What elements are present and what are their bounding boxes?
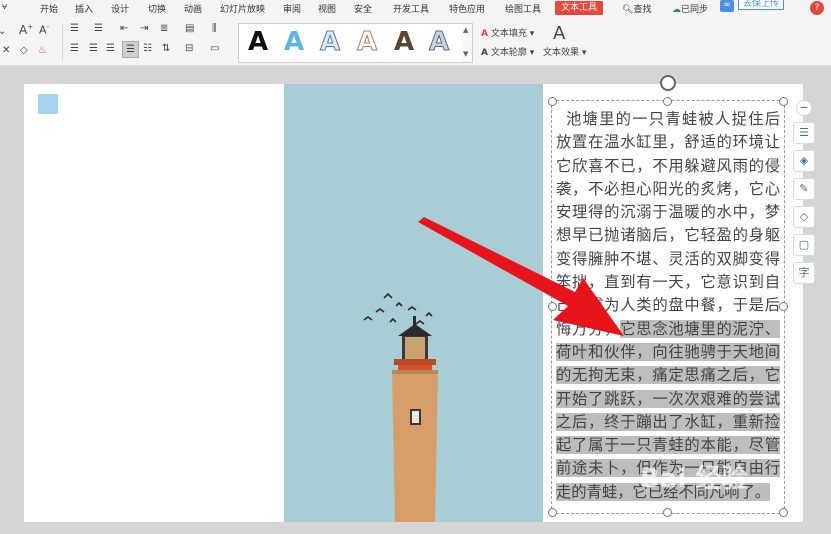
- tab-insert[interactable]: 插入: [75, 2, 93, 15]
- paragraph-text: 池塘里的一只青蛙被人捉住后放置在温水缸里，舒适的环境让它欣喜不已，不用躲避风雨的…: [556, 110, 780, 338]
- gallery-scroll[interactable]: ▲ ▼: [462, 23, 473, 63]
- zoom-out-icon[interactable]: −: [796, 100, 812, 116]
- text-direction-icon[interactable]: ⇅: [162, 43, 170, 54]
- divider: [62, 23, 63, 61]
- text-fill-button[interactable]: A 文本填充 ▾: [481, 26, 534, 39]
- tab-view[interactable]: 视图: [318, 2, 336, 15]
- resize-handle-tr[interactable]: [779, 97, 788, 106]
- sync-status[interactable]: ☁已同步: [672, 2, 708, 15]
- ribbon-toolbar: ⌄ A+ A- ✕ ◇ ♨ ☰ ☰ ⇤ ⇥ ≣ ▤ ⫼ ☰ ☰ ☰ ☰ ☷ ⇅ …: [0, 17, 831, 66]
- text-box-icon[interactable]: ▭: [210, 43, 219, 54]
- tab-text-tools[interactable]: 文本工具: [555, 1, 604, 15]
- style-lightblue[interactable]: A: [284, 27, 304, 57]
- tab-developer[interactable]: 开发工具: [393, 2, 429, 15]
- close-format-icon[interactable]: ✕: [2, 45, 10, 56]
- lighthouse-illustration: [363, 292, 438, 522]
- help-button[interactable]: ?: [810, 1, 824, 15]
- justify-icon[interactable]: ☰: [122, 41, 139, 58]
- text-style-gallery[interactable]: A A A A A A: [238, 23, 464, 63]
- char-border-icon[interactable]: ♨: [38, 45, 47, 56]
- line-spacing-icon[interactable]: ≣: [160, 23, 168, 34]
- frame-icon[interactable]: ▢: [793, 234, 815, 256]
- tab-review[interactable]: 审阅: [283, 2, 301, 15]
- text-fill-icon: A: [481, 29, 488, 39]
- resize-handle-t[interactable]: [663, 97, 672, 106]
- align-right-icon[interactable]: ☰: [106, 43, 115, 54]
- menu-bar: ⩝ 开始 插入 设计 切换 动画 幻灯片放映 审阅 视图 安全 开发工具 特色应…: [0, 0, 831, 17]
- text-wrap-icon[interactable]: ☰: [793, 122, 815, 144]
- indent-increase-icon[interactable]: ⇥: [140, 23, 148, 34]
- distribute-icon[interactable]: ☷: [143, 43, 152, 54]
- font-icon[interactable]: 字: [793, 262, 815, 284]
- font-size-down-button[interactable]: A-: [39, 23, 49, 37]
- vertical-align-icon[interactable]: ⊟: [185, 43, 193, 54]
- upload-tooltip: 去保上传: [738, 0, 785, 10]
- text-outline-icon: A: [481, 48, 488, 58]
- tab-features[interactable]: 特色应用: [449, 2, 485, 15]
- tab-slideshow[interactable]: 幻灯片放映: [220, 2, 265, 15]
- text-effect-icon[interactable]: A: [553, 23, 565, 44]
- watermark-logo: Bai 经验: [640, 464, 748, 494]
- text-box-paragraph[interactable]: 池塘里的一只青蛙被人捉住后放置在温水缸里，舒适的环境让它欣喜不已，不用躲避风雨的…: [556, 108, 780, 504]
- text-outline-button[interactable]: A 文本轮廓 ▾: [481, 45, 534, 58]
- align-center-icon[interactable]: ☰: [89, 43, 98, 54]
- lighthouse-photo[interactable]: [284, 84, 543, 522]
- resize-handle-r[interactable]: [779, 302, 788, 311]
- paragraph-icon[interactable]: ▤: [185, 23, 194, 34]
- resize-handle-tl[interactable]: [548, 97, 557, 106]
- indent-decrease-icon[interactable]: ⇤: [120, 23, 128, 34]
- tab-animation[interactable]: 动画: [184, 2, 202, 15]
- tab-start[interactable]: 开始: [40, 2, 58, 15]
- cloud-upload-icon[interactable]: ∞: [720, 0, 734, 12]
- scroll-more-icon[interactable]: ▼: [463, 50, 468, 58]
- style-outline-blue[interactable]: A: [319, 27, 340, 58]
- eraser-icon[interactable]: ◇: [20, 45, 28, 56]
- tab-transition[interactable]: 切换: [148, 2, 166, 15]
- align-left-icon[interactable]: ☰: [70, 43, 79, 54]
- font-size-up-button[interactable]: A+: [19, 23, 33, 37]
- search-button[interactable]: 🔍︎查找: [622, 2, 651, 15]
- search-icon: 🔍︎: [622, 5, 634, 15]
- tab-design[interactable]: 设计: [111, 2, 129, 15]
- resize-handle-bl[interactable]: [548, 508, 557, 517]
- resize-handle-br[interactable]: [779, 508, 788, 517]
- resize-handle-l[interactable]: [548, 302, 557, 311]
- numbered-list-icon[interactable]: ☰: [94, 23, 103, 34]
- text-effect-button[interactable]: 文本效果 ▾: [543, 45, 586, 58]
- style-outline-brown[interactable]: A: [356, 27, 377, 58]
- columns-icon[interactable]: ⫼: [212, 23, 217, 34]
- menu-icon[interactable]: ⩝: [2, 2, 7, 12]
- pen-icon[interactable]: ✎: [793, 178, 815, 200]
- slide-thumbnail-icon: [38, 94, 58, 114]
- rotate-handle[interactable]: [660, 75, 676, 91]
- resize-handle-b[interactable]: [663, 508, 672, 517]
- tab-drawing-tools[interactable]: 绘图工具: [505, 2, 541, 15]
- style-brown[interactable]: A: [394, 27, 414, 57]
- tab-security[interactable]: 安全: [354, 2, 372, 15]
- fill-icon[interactable]: ◇: [793, 206, 815, 228]
- scroll-up-icon[interactable]: ▲: [463, 26, 468, 34]
- cloud-icon: ☁: [672, 5, 681, 15]
- layers-icon[interactable]: ◈: [793, 150, 815, 172]
- style-black[interactable]: A: [248, 27, 268, 57]
- style-gray[interactable]: A: [428, 27, 449, 58]
- font-size-box[interactable]: ⌄: [0, 26, 6, 37]
- bullet-list-icon[interactable]: ☰: [70, 23, 79, 34]
